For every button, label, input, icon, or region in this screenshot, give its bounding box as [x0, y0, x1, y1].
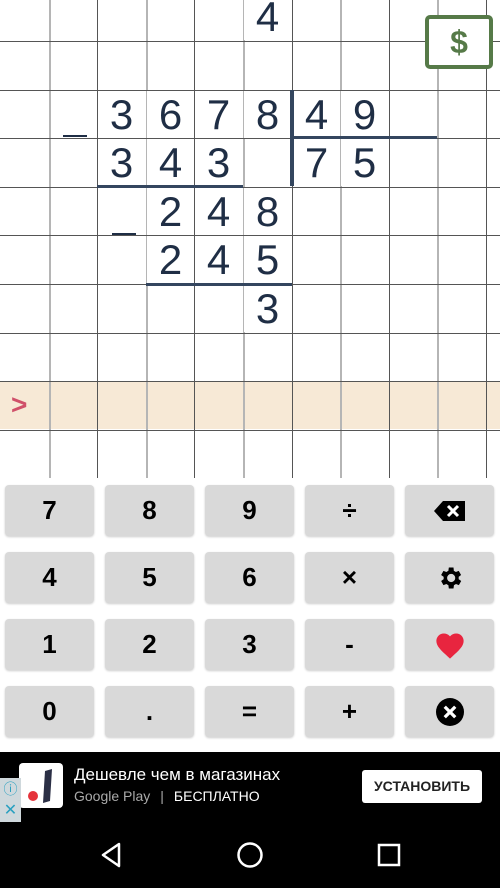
input-row[interactable] — [0, 381, 500, 429]
digit-cell: 4 — [147, 139, 194, 186]
key-6-button[interactable]: 6 — [205, 552, 294, 603]
key-label: ÷ — [342, 495, 357, 525]
grid-line-vertical — [49, 0, 51, 478]
digit-cell: 3 — [98, 91, 145, 138]
digit-cell: 6 — [147, 91, 194, 138]
key-decimal-button[interactable]: . — [105, 686, 194, 737]
subtraction-underline — [146, 283, 292, 286]
back-button[interactable] — [97, 840, 127, 870]
digit-cell: 7 — [293, 139, 340, 186]
digit-cell: 2 — [147, 188, 194, 235]
ad-price: БЕСПЛАТНО — [173, 788, 260, 804]
key-label: 4 — [42, 562, 57, 592]
key-favorite-button[interactable] — [405, 619, 494, 670]
home-button[interactable] — [235, 840, 265, 870]
gear-icon — [436, 564, 464, 592]
grid-line-vertical — [437, 0, 439, 478]
key-label: 8 — [142, 495, 157, 525]
dollar-icon: $ — [450, 24, 468, 60]
digit-cell: 4 — [244, 0, 291, 40]
key-label: + — [341, 696, 358, 726]
key-plus-button[interactable]: + — [305, 686, 394, 737]
ad-title[interactable]: Дешевле чем в магазинах — [74, 765, 280, 785]
key-equals-button[interactable]: = — [205, 686, 294, 737]
key-4-button[interactable]: 4 — [5, 552, 94, 603]
key-label: . — [145, 696, 154, 726]
ad-install-button[interactable]: УСТАНОВИТЬ — [362, 770, 482, 803]
digit-cell: 3 — [195, 139, 242, 186]
input-prompt: > — [11, 389, 28, 420]
key-9-button[interactable]: 9 — [205, 485, 294, 536]
key-label: 7 — [42, 495, 57, 525]
key-label: × — [341, 562, 358, 592]
subtraction-sign — [112, 233, 136, 235]
grid-line-vertical — [97, 0, 98, 478]
key-0-button[interactable]: 0 — [5, 686, 94, 737]
ad-app-icon[interactable] — [19, 763, 63, 808]
key-label: - — [345, 629, 354, 659]
key-label: 0 — [42, 696, 57, 726]
ad-banner[interactable]: Дешевле чем в магазинах Google Play | БЕСП… — [0, 752, 500, 822]
digit-cell: 4 — [195, 236, 242, 283]
digit-cell: 4 — [195, 188, 242, 235]
key-divide-button[interactable]: ÷ — [305, 485, 394, 536]
key-backspace-button[interactable] — [405, 485, 494, 536]
system-navbar — [0, 822, 500, 888]
worksheet-grid[interactable]: 4367849343752482453 — [0, 0, 500, 478]
grid-line-vertical — [292, 0, 293, 478]
heart-icon — [433, 630, 467, 660]
digit-cell: 8 — [244, 91, 291, 138]
ad-store: Google Play — [74, 788, 151, 804]
dollar-button[interactable]: $ — [425, 15, 493, 69]
key-minus-button[interactable]: - — [305, 619, 394, 670]
key-3-button[interactable]: 3 — [205, 619, 294, 670]
backspace-icon — [433, 500, 467, 522]
grid-line-horizontal — [0, 333, 500, 334]
key-label: 3 — [242, 629, 257, 659]
key-label: 5 — [142, 562, 157, 592]
key-label: 9 — [242, 495, 257, 525]
digit-cell: 7 — [195, 91, 242, 138]
digit-cell: 4 — [293, 91, 340, 138]
grid-line-vertical — [486, 0, 487, 478]
grid-line-horizontal — [0, 430, 500, 431]
grid-line-vertical — [340, 0, 342, 478]
ad-subtitle: Google Play | БЕСПЛАТНО — [74, 788, 260, 804]
close-circle-icon — [435, 697, 464, 726]
digit-cell: 9 — [341, 91, 388, 138]
digit-cell: 3 — [244, 285, 291, 332]
subtraction-underline — [97, 185, 243, 188]
digit-cell: 2 — [147, 236, 194, 283]
digit-cell: 8 — [244, 188, 291, 235]
subtraction-sign — [63, 135, 87, 137]
home-icon — [237, 842, 263, 868]
recents-button[interactable] — [374, 840, 404, 870]
key-label: 6 — [242, 562, 257, 592]
key-label: 2 — [142, 629, 157, 659]
grid-line-vertical — [389, 0, 390, 478]
digit-cell: 5 — [244, 236, 291, 283]
digit-cell: 5 — [341, 139, 388, 186]
recents-icon — [377, 843, 401, 867]
key-settings-button[interactable] — [405, 552, 494, 603]
keypad: 7 8 9 ÷ 4 5 6 × 1 2 3 - 0. = + — [0, 478, 500, 752]
key-clear-button[interactable] — [405, 686, 494, 737]
key-2-button[interactable]: 2 — [105, 619, 194, 670]
digit-cell: 3 — [98, 139, 145, 186]
ad-separator: | — [160, 788, 164, 804]
key-1-button[interactable]: 1 — [5, 619, 94, 670]
key-label: = — [241, 696, 258, 726]
ad-info-icon[interactable]: ⓘ — [0, 778, 21, 800]
key-7-button[interactable]: 7 — [5, 485, 94, 536]
key-label: 1 — [42, 629, 57, 659]
ad-close-icon[interactable]: ✕ — [0, 800, 21, 822]
division-bracket-horizontal — [292, 136, 437, 139]
key-multiply-button[interactable]: × — [305, 552, 394, 603]
grid-line-horizontal — [0, 381, 500, 382]
key-5-button[interactable]: 5 — [105, 552, 194, 603]
back-icon — [101, 842, 121, 868]
key-8-button[interactable]: 8 — [105, 485, 194, 536]
